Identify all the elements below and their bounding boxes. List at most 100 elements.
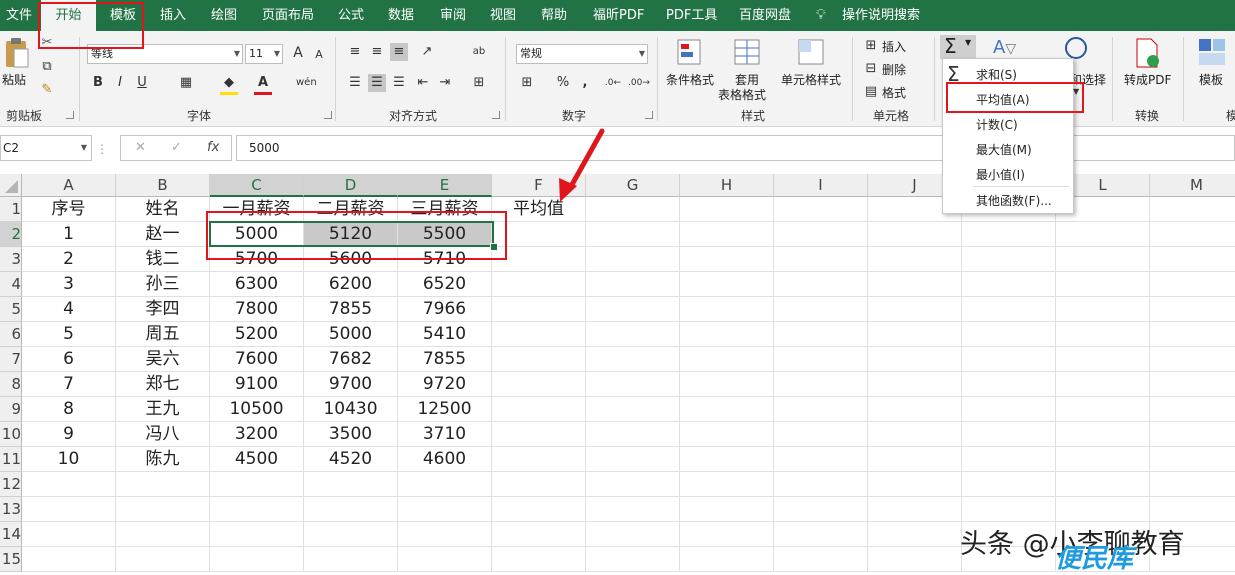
cell-e7[interactable]: 7855 (398, 347, 492, 372)
percent-button[interactable]: % (554, 74, 572, 92)
number-format-combo[interactable]: 常规 ▼ (516, 44, 648, 64)
row-header-12[interactable]: 12 (0, 472, 22, 497)
cell-h1[interactable] (680, 197, 774, 222)
conditional-format-icon[interactable] (676, 38, 706, 68)
cell-k5[interactable] (962, 297, 1056, 322)
cell-b3[interactable]: 钱二 (116, 247, 210, 272)
tab-foxit-pdf[interactable]: 福昕PDF (593, 0, 644, 31)
cell-styles-icon[interactable] (797, 38, 827, 68)
alignment-launcher-icon[interactable] (492, 111, 500, 119)
tab-baidu-netdisk[interactable]: 百度网盘 (739, 0, 791, 31)
tab-view[interactable]: 视图 (490, 0, 516, 31)
cell-k13[interactable] (962, 497, 1056, 522)
cell-h10[interactable] (680, 422, 774, 447)
cell-j3[interactable] (868, 247, 962, 272)
column-header-h[interactable]: H (680, 174, 774, 197)
drag-handle-icon[interactable]: ⋮ (96, 142, 108, 156)
cell-f12[interactable] (492, 472, 586, 497)
cell-g6[interactable] (586, 322, 680, 347)
cell-m9[interactable] (1150, 397, 1235, 422)
align-right-icon[interactable]: ☰ (390, 74, 408, 92)
cell-a9[interactable]: 8 (22, 397, 116, 422)
cell-d6[interactable]: 5000 (304, 322, 398, 347)
bold-button[interactable]: B (89, 74, 107, 92)
row-header-10[interactable]: 10 (0, 422, 22, 447)
comma-button[interactable]: , (576, 74, 594, 92)
cell-j2[interactable] (868, 222, 962, 247)
menu-item-min[interactable]: 最小值(I) (976, 166, 1025, 183)
cell-h3[interactable] (680, 247, 774, 272)
tab-pdf-tools[interactable]: PDF工具 (666, 0, 717, 31)
cell-l7[interactable] (1056, 347, 1150, 372)
cell-l11[interactable] (1056, 447, 1150, 472)
cell-l12[interactable] (1056, 472, 1150, 497)
cell-f7[interactable] (492, 347, 586, 372)
cell-a11[interactable]: 10 (22, 447, 116, 472)
template-icon[interactable] (1197, 37, 1227, 67)
format-cells-label[interactable]: 格式 (882, 84, 906, 101)
cell-a8[interactable]: 7 (22, 372, 116, 397)
cell-g12[interactable] (586, 472, 680, 497)
cell-g13[interactable] (586, 497, 680, 522)
cell-m2[interactable] (1150, 222, 1235, 247)
cell-styles-label[interactable]: 单元格样式 (781, 71, 841, 88)
cell-m4[interactable] (1150, 272, 1235, 297)
cell-m7[interactable] (1150, 347, 1235, 372)
cell-k11[interactable] (962, 447, 1056, 472)
cell-k4[interactable] (962, 272, 1056, 297)
menu-item-more-functions[interactable]: 其他函数(F)... (976, 192, 1052, 209)
menu-item-max[interactable]: 最大值(M) (976, 141, 1032, 158)
cell-m3[interactable] (1150, 247, 1235, 272)
format-as-table-label-2[interactable]: 表格格式 (718, 86, 766, 103)
find-select-icon[interactable] (1065, 37, 1087, 59)
cell-i2[interactable] (774, 222, 868, 247)
formula-input[interactable]: 5000 (236, 135, 1235, 161)
cell-g10[interactable] (586, 422, 680, 447)
convert-pdf-label[interactable]: 转成PDF (1124, 71, 1171, 88)
cell-k12[interactable] (962, 472, 1056, 497)
tell-me-search[interactable]: 操作说明搜索 (842, 0, 920, 31)
cell-j14[interactable] (868, 522, 962, 547)
pdf-convert-icon[interactable] (1133, 37, 1161, 69)
cell-e15[interactable] (398, 547, 492, 572)
cell-k9[interactable] (962, 397, 1056, 422)
cell-a6[interactable]: 5 (22, 322, 116, 347)
name-box[interactable]: C2 ▼ (0, 135, 92, 161)
cell-e14[interactable] (398, 522, 492, 547)
row-header-8[interactable]: 8 (0, 372, 22, 397)
cell-l4[interactable] (1056, 272, 1150, 297)
accounting-format-icon[interactable]: ⊞ (518, 74, 536, 92)
cell-c4[interactable]: 6300 (210, 272, 304, 297)
cell-i7[interactable] (774, 347, 868, 372)
cell-e12[interactable] (398, 472, 492, 497)
cell-d13[interactable] (304, 497, 398, 522)
cell-l9[interactable] (1056, 397, 1150, 422)
row-header-15[interactable]: 15 (0, 547, 22, 572)
align-left-icon[interactable]: ☰ (346, 74, 364, 92)
format-as-table-icon[interactable] (733, 38, 763, 68)
cell-g4[interactable] (586, 272, 680, 297)
row-header-3[interactable]: 3 (0, 247, 22, 272)
cell-k2[interactable] (962, 222, 1056, 247)
tab-insert[interactable]: 插入 (160, 0, 186, 31)
cell-g15[interactable] (586, 547, 680, 572)
column-header-b[interactable]: B (116, 174, 210, 197)
cell-i10[interactable] (774, 422, 868, 447)
cell-i9[interactable] (774, 397, 868, 422)
cell-l2[interactable] (1056, 222, 1150, 247)
cell-a13[interactable] (22, 497, 116, 522)
cell-f9[interactable] (492, 397, 586, 422)
cell-m1[interactable] (1150, 197, 1235, 222)
sort-filter-icon[interactable]: A▽ (993, 37, 1016, 58)
column-header-c[interactable]: C (210, 174, 304, 197)
cell-k10[interactable] (962, 422, 1056, 447)
cell-f14[interactable] (492, 522, 586, 547)
row-header-14[interactable]: 14 (0, 522, 22, 547)
cell-i14[interactable] (774, 522, 868, 547)
template-label[interactable]: 模板 (1199, 71, 1223, 88)
insert-cells-label[interactable]: 插入 (882, 38, 906, 55)
cell-j4[interactable] (868, 272, 962, 297)
decrease-decimal-icon[interactable]: .00→ (628, 74, 650, 92)
clipboard-launcher-icon[interactable] (66, 111, 74, 119)
cell-d7[interactable]: 7682 (304, 347, 398, 372)
